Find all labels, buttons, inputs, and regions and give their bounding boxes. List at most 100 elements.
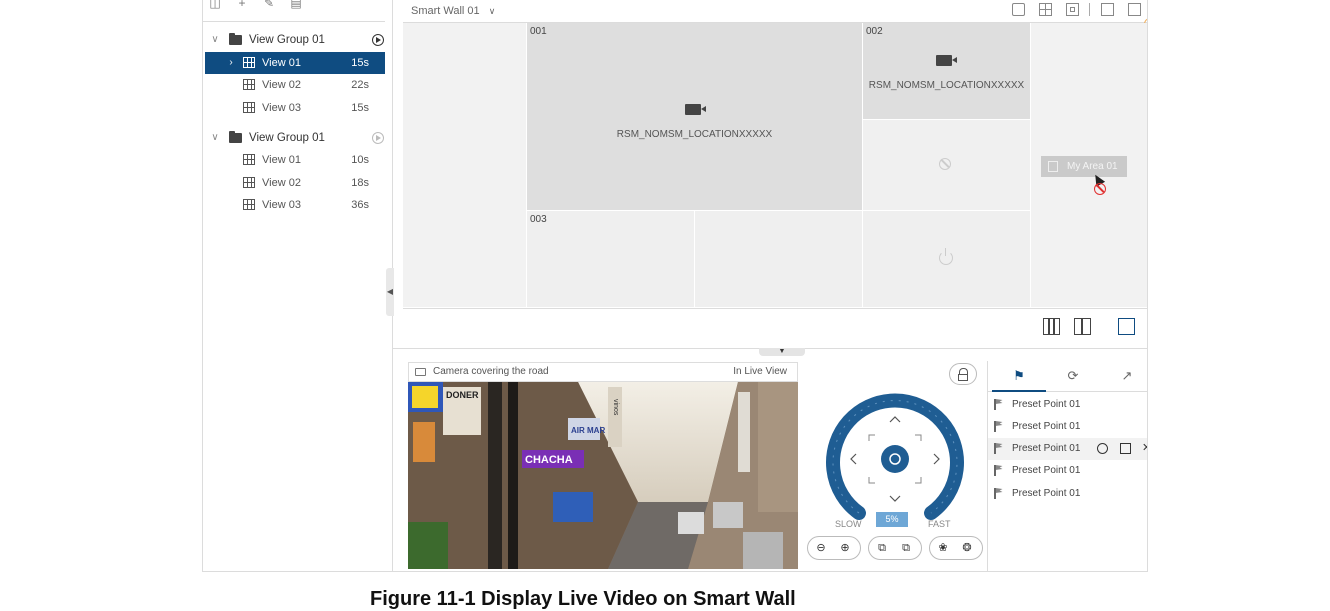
pan-down-icon[interactable] bbox=[887, 491, 903, 507]
view-row[interactable]: View 01 10s bbox=[205, 149, 385, 171]
wall-cell-blocked[interactable] bbox=[863, 120, 1031, 211]
grid-view-icon bbox=[243, 79, 255, 90]
zoom-in-icon[interactable]: ⊕ bbox=[838, 541, 852, 555]
sign-airmar: AIR MAR bbox=[571, 426, 605, 435]
delete-icon[interactable]: ▤ bbox=[289, 0, 303, 10]
collapse-sidebar-handle[interactable]: ◀ bbox=[386, 268, 394, 316]
collapse-bottom-handle[interactable]: ▼ bbox=[759, 348, 805, 356]
auto-scan-icon[interactable] bbox=[881, 445, 909, 473]
chevron-down-icon[interactable]: ∨ bbox=[209, 127, 221, 149]
view-duration: 10s bbox=[351, 154, 369, 166]
sidebar-toolbar: ◫ + ✎ ▤ bbox=[203, 0, 385, 22]
camera-icon bbox=[685, 104, 706, 115]
play-icon[interactable] bbox=[372, 132, 384, 144]
cell-location: RSM_NOMSM_LOCATIONXXXXX bbox=[616, 129, 773, 140]
wall-cell-001[interactable]: 001 RSM_NOMSM_LOCATIONXXXXX bbox=[527, 23, 863, 211]
preset-label: Preset Point 01 bbox=[1012, 443, 1081, 454]
speed-value[interactable]: 5% bbox=[876, 512, 908, 527]
iris-open-icon[interactable]: ❀ bbox=[936, 541, 950, 555]
preset-label: Preset Point 01 bbox=[1012, 421, 1081, 432]
wall-header: Smart Wall 01 ∨ bbox=[403, 0, 1147, 30]
add-view-group-icon[interactable]: ◫ bbox=[208, 0, 222, 10]
refresh-icon[interactable]: ⟳ bbox=[1046, 361, 1100, 391]
delete-preset-icon[interactable]: ✕ bbox=[1142, 443, 1147, 454]
flag-icon bbox=[994, 443, 996, 454]
pan-right-icon[interactable] bbox=[929, 451, 945, 467]
plus-icon[interactable]: + bbox=[235, 0, 249, 10]
wall-cell-003[interactable]: 003 bbox=[527, 211, 695, 308]
preset-row[interactable]: Preset Point 01 bbox=[988, 460, 1147, 482]
chevron-down-icon[interactable]: ∨ bbox=[209, 29, 221, 51]
view-row-selected[interactable]: › View 01 15s bbox=[205, 52, 385, 74]
view-label: View 02 bbox=[262, 79, 301, 91]
live-view-header: Camera covering the road In Live View bbox=[408, 362, 798, 382]
call-preset-icon[interactable] bbox=[1097, 443, 1108, 454]
preset-row[interactable]: Preset Point 01 bbox=[988, 483, 1147, 505]
save-icon[interactable] bbox=[1128, 3, 1141, 16]
window-icon[interactable] bbox=[1066, 3, 1079, 16]
chevron-right-icon[interactable]: › bbox=[225, 52, 237, 74]
folder-icon bbox=[229, 33, 242, 45]
wall-cell-002[interactable]: 002 RSM_NOMSM_LOCATIONXXXXX bbox=[863, 23, 1031, 120]
edit-icon[interactable]: ✎ bbox=[262, 0, 276, 10]
fullscreen-icon[interactable] bbox=[1118, 318, 1135, 335]
power-icon bbox=[939, 248, 953, 265]
flag-icon bbox=[994, 421, 996, 432]
toolbar-divider bbox=[1089, 3, 1090, 16]
grid-view-icon bbox=[243, 177, 255, 188]
folder-icon bbox=[229, 131, 242, 143]
lock-icon[interactable] bbox=[949, 363, 977, 385]
view-label: View 03 bbox=[262, 199, 301, 211]
wall-cell-empty[interactable] bbox=[403, 23, 527, 308]
focus-near-icon[interactable]: ⧉ bbox=[875, 541, 889, 555]
preset-row[interactable]: Preset Point 01 bbox=[988, 394, 1147, 416]
edit-preset-icon[interactable] bbox=[1120, 443, 1131, 454]
live-video[interactable]: DONER CHACHA AIR MAR vinos bbox=[408, 382, 798, 569]
view-row[interactable]: View 02 18s bbox=[205, 172, 385, 194]
flag-icon bbox=[994, 465, 996, 476]
view-duration: 15s bbox=[351, 102, 369, 114]
view-row[interactable]: View 03 15s bbox=[205, 97, 385, 119]
cell-number: 001 bbox=[530, 26, 547, 37]
copy-icon[interactable] bbox=[1101, 3, 1114, 16]
grid-view-icon bbox=[243, 154, 255, 165]
disabled-icon bbox=[939, 158, 951, 170]
grid-view-icon bbox=[243, 57, 255, 68]
iris-close-icon[interactable]: ❂ bbox=[960, 541, 974, 555]
view-row[interactable]: View 02 22s bbox=[205, 74, 385, 96]
layout-two-column-icon[interactable] bbox=[1074, 318, 1091, 335]
view-group-row[interactable]: ∨ View Group 01 bbox=[205, 127, 385, 149]
view-group-label: View Group 01 bbox=[249, 34, 325, 46]
split-window-icon[interactable] bbox=[1039, 3, 1052, 16]
view-duration: 36s bbox=[351, 199, 369, 211]
play-icon[interactable] bbox=[372, 34, 384, 46]
view-label: View 01 bbox=[262, 57, 301, 69]
zoom-control: ⊖ ⊕ bbox=[807, 536, 861, 560]
wall-selector[interactable]: Smart Wall 01 ∨ bbox=[411, 5, 495, 17]
preset-row-hover[interactable]: Preset Point 01 ✕ bbox=[988, 438, 1147, 460]
pan-up-icon[interactable] bbox=[887, 411, 903, 427]
pan-left-icon[interactable] bbox=[845, 451, 861, 467]
unlock-icon[interactable] bbox=[1012, 3, 1025, 16]
cell-location: RSM_NOMSM_LOCATIONXXXXX bbox=[868, 80, 1025, 91]
wall-cell[interactable] bbox=[695, 211, 863, 308]
camera-icon bbox=[936, 55, 957, 66]
view-sidebar: ◫ + ✎ ▤ ∨ View Group 01 › View 01 15s Vi… bbox=[203, 0, 394, 571]
trend-icon[interactable]: ↗ bbox=[1100, 361, 1147, 391]
view-row[interactable]: View 03 36s bbox=[205, 194, 385, 216]
flag-icon bbox=[994, 488, 996, 499]
not-allowed-icon bbox=[1094, 183, 1106, 195]
camera-outline-icon bbox=[415, 368, 426, 376]
speed-fast-label: FAST bbox=[928, 519, 951, 529]
sign-vinos: vinos bbox=[612, 399, 619, 416]
focus-far-icon[interactable]: ⧉ bbox=[899, 541, 913, 555]
view-group-row[interactable]: ∨ View Group 01 bbox=[205, 29, 385, 51]
flag-icon[interactable]: ⚑ bbox=[992, 361, 1046, 392]
layout-three-column-icon[interactable] bbox=[1043, 318, 1060, 335]
view-duration: 18s bbox=[351, 177, 369, 189]
drag-area-label: My Area 01 bbox=[1067, 161, 1118, 172]
wall-cell-off[interactable] bbox=[863, 211, 1031, 308]
zoom-out-icon[interactable]: ⊖ bbox=[814, 541, 828, 555]
preset-row[interactable]: Preset Point 01 bbox=[988, 416, 1147, 438]
cell-number: 002 bbox=[866, 26, 883, 37]
